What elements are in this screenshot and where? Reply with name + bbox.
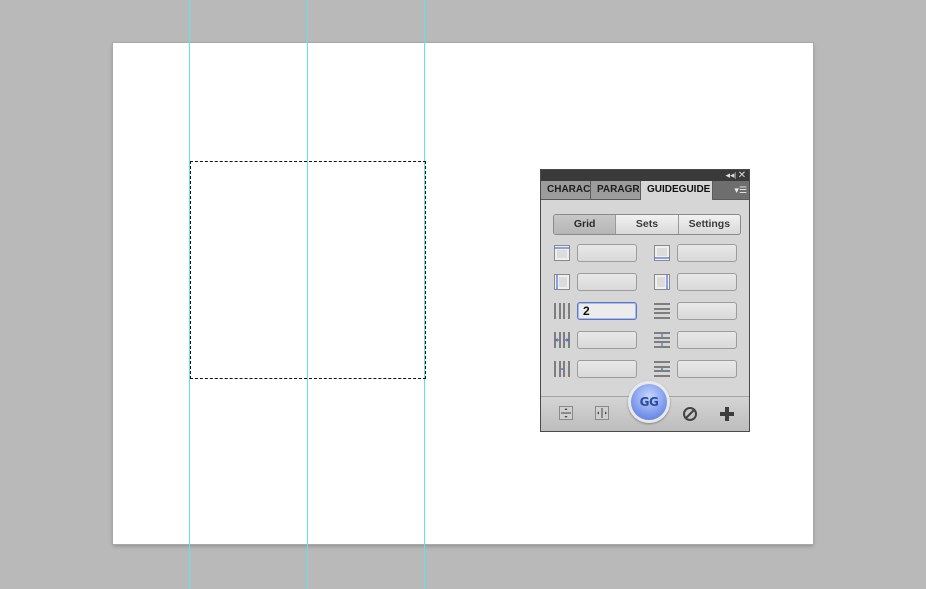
close-icon[interactable]: ✕ [737,170,747,181]
panel-tabs: CHARACTER PARAGRAPH GUIDEGUIDE ▾☰ [541,181,749,200]
top-margin-icon [554,274,570,290]
selection-marquee [190,161,426,379]
panel-bottom-bar: GG [541,381,749,431]
row-gutter-field[interactable] [677,360,737,378]
collapse-icon[interactable]: ◂◂ [725,170,735,181]
segment-sets[interactable]: Sets [616,215,679,234]
right-margin-icon [654,245,670,261]
top-margin-field[interactable] [577,273,637,291]
tab-guideguide[interactable]: GUIDEGUIDE [641,181,713,200]
bottom-margin-field[interactable] [677,273,737,291]
add-set-icon[interactable] [719,406,735,422]
panel-titlebar[interactable]: ◂◂ ✕ [541,170,749,181]
columns-icon [554,303,570,319]
panel-menu-icon[interactable]: ▾☰ [731,185,747,195]
columns-field[interactable]: 2 [577,302,637,320]
segment-grid[interactable]: Grid [554,215,617,234]
bottom-margin-icon [654,274,670,290]
row-height-icon [654,332,670,348]
column-width-field[interactable] [577,331,637,349]
midpoint-horizontal-icon[interactable] [559,406,573,420]
titlebar-divider [735,172,736,179]
tab-paragraph[interactable]: PARAGRAPH [591,181,641,199]
left-margin-field[interactable] [577,244,637,262]
midpoint-vertical-icon[interactable] [595,406,609,420]
column-gutter-field[interactable] [577,360,637,378]
guideguide-panel: ◂◂ ✕ CHARACTER PARAGRAPH GUIDEGUIDE ▾☰ G… [540,169,750,432]
make-grid-button[interactable]: GG [628,381,670,423]
column-gutter-icon [554,361,570,377]
row-height-field[interactable] [677,331,737,349]
right-margin-field[interactable] [677,244,737,262]
left-margin-icon [554,245,570,261]
clear-guides-icon[interactable] [683,407,697,421]
column-width-icon [554,332,570,348]
mode-switch: Grid Sets Settings [553,214,741,235]
rows-field[interactable] [677,302,737,320]
row-gutter-icon [654,361,670,377]
segment-settings[interactable]: Settings [679,215,740,234]
tab-character[interactable]: CHARACTER [541,181,591,199]
rows-icon [654,303,670,319]
